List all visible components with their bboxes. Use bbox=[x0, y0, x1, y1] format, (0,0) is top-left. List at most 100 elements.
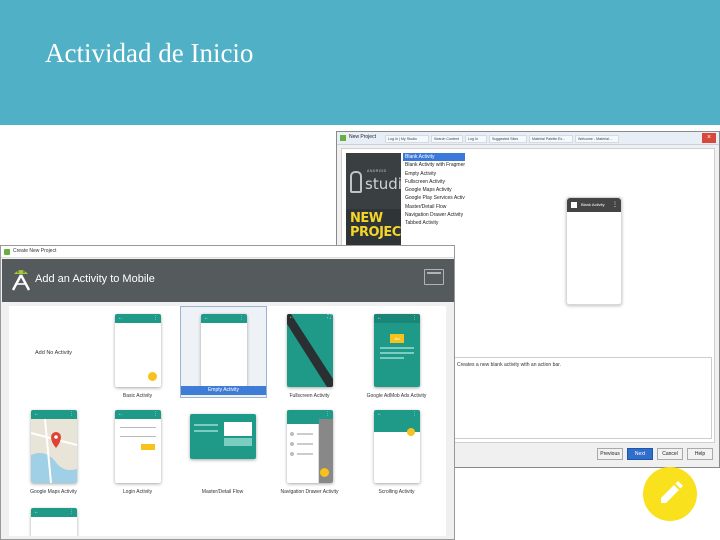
browser-tab[interactable]: Material Palette Ex... bbox=[529, 135, 573, 143]
back-arrow-icon: ← bbox=[204, 315, 209, 321]
overflow-menu-icon: ⋮ bbox=[412, 411, 417, 417]
browser-tab[interactable]: Search Content bbox=[431, 135, 463, 143]
activity-list-item[interactable]: Navigation Drawer Activity bbox=[403, 211, 465, 219]
window-title: Create New Project bbox=[13, 248, 57, 254]
floating-action-button-icon bbox=[148, 372, 157, 381]
template-preview bbox=[190, 414, 256, 459]
template-label: Google Maps Activity bbox=[30, 489, 77, 495]
template-preview: ⋮ bbox=[287, 410, 333, 483]
template-tile-maps-activity[interactable]: ← ⋮ Google Maps Activity bbox=[11, 404, 96, 499]
wizard-header-title: Add an Activity to Mobile bbox=[35, 273, 155, 285]
template-label: Navigation Drawer Activity bbox=[280, 489, 339, 495]
close-icon[interactable]: × bbox=[702, 133, 716, 143]
drawer-item-line bbox=[297, 453, 313, 455]
detail-pane bbox=[224, 422, 252, 436]
template-tile-admob-activity[interactable]: ← ⋮ Ad Google AdMob Ads Activity bbox=[354, 308, 439, 403]
overflow-menu-icon: ⋮ bbox=[153, 315, 158, 321]
template-preview: ← ⋮ bbox=[201, 314, 247, 387]
template-tile-empty-activity[interactable]: ← ⋮ Empty Activity bbox=[180, 306, 267, 398]
drawer-item-icon bbox=[290, 442, 294, 446]
text-line bbox=[380, 347, 414, 349]
template-preview: ← ⋮ bbox=[374, 410, 420, 483]
activity-description: Creates a new blank activity with an act… bbox=[457, 362, 561, 368]
overflow-menu-icon: ⋮ bbox=[69, 411, 74, 417]
template-tile-navigation-drawer[interactable]: ⋮ Navigation Drawer Activity bbox=[267, 404, 352, 499]
template-label: Fullscreen Activity bbox=[289, 393, 330, 399]
back-arrow-icon: ← bbox=[289, 314, 294, 320]
list-line bbox=[194, 424, 218, 426]
overflow-menu-icon: ⋮ bbox=[69, 509, 74, 515]
list-line bbox=[194, 430, 218, 432]
back-arrow-icon: ← bbox=[377, 315, 382, 321]
activity-list-item[interactable]: Blank Activity bbox=[403, 153, 465, 162]
overflow-menu-icon: ⋮ bbox=[412, 315, 417, 321]
window-app-icon bbox=[4, 249, 10, 255]
preview-action-bar: Blank Activity ⋮ bbox=[567, 198, 621, 212]
browser-tab[interactable]: Welcome - Material... bbox=[575, 135, 619, 143]
cancel-button[interactable]: Cancel bbox=[657, 448, 683, 460]
ad-badge: Ad bbox=[390, 334, 404, 343]
window-app-icon bbox=[340, 135, 346, 141]
activity-list: Blank Activity Blank Activity with Fragm… bbox=[403, 153, 465, 228]
back-arrow-icon: ← bbox=[118, 411, 123, 417]
email-field-preview bbox=[120, 427, 156, 428]
back-arrow-icon: ← bbox=[377, 411, 382, 417]
template-preview: ← ⛶ bbox=[287, 314, 333, 387]
password-field-preview bbox=[120, 436, 156, 437]
title-bar: Actividad de Inicio bbox=[0, 0, 720, 125]
template-preview: ← ⋮ bbox=[115, 314, 161, 387]
activity-list-item[interactable]: Blank Activity with Fragment bbox=[403, 161, 465, 169]
window-title: New Project bbox=[349, 134, 376, 140]
template-label: Login Activity bbox=[122, 489, 153, 495]
activity-list-item[interactable]: Google Play Services Activity bbox=[403, 194, 465, 202]
preview-app-bar: ← ⋮ bbox=[31, 508, 77, 517]
activity-list-item[interactable]: Tabbed Activity bbox=[403, 219, 465, 227]
template-preview-partial[interactable]: ← ⋮ bbox=[31, 508, 77, 536]
back-arrow-icon: ← bbox=[118, 315, 123, 321]
template-tile-scrolling-activity[interactable]: ← ⋮ Scrolling Activity bbox=[354, 404, 439, 499]
window-titlebar: New Project Log In | My Studio Search Co… bbox=[337, 132, 719, 145]
template-preview: ← ⋮ Ad bbox=[374, 314, 420, 387]
map-icon bbox=[31, 419, 77, 483]
template-preview: ← ⋮ bbox=[115, 410, 161, 483]
sign-in-button-preview bbox=[141, 444, 155, 450]
browser-tab[interactable]: Log In bbox=[465, 135, 487, 143]
description-box: Creates a new blank activity with an act… bbox=[450, 357, 712, 439]
browser-tab[interactable]: Suggested Sites bbox=[489, 135, 527, 143]
android-studio-logo-icon bbox=[11, 270, 31, 291]
detail-pane bbox=[224, 438, 252, 446]
app-icon bbox=[571, 202, 577, 208]
create-new-project-window: Create New Project Add an Activity to Mo… bbox=[0, 245, 455, 540]
activity-preview-phone: Blank Activity ⋮ bbox=[566, 197, 622, 305]
overflow-menu-icon: ⋮ bbox=[612, 202, 618, 208]
help-button[interactable]: Help bbox=[687, 448, 713, 460]
browser-tab[interactable]: Log In | My Studio bbox=[385, 135, 429, 143]
new-project-label-line1: NEW bbox=[350, 211, 383, 226]
back-arrow-icon: ← bbox=[34, 509, 39, 515]
template-tile-fullscreen-activity[interactable]: ← ⛶ Fullscreen Activity bbox=[267, 308, 352, 403]
activity-list-item[interactable]: Google Maps Activity bbox=[403, 186, 465, 194]
logo-studio-area: ANDROID studio bbox=[346, 153, 401, 209]
template-tile-master-detail[interactable]: Master/Detail Flow bbox=[180, 404, 265, 499]
edit-fab-button[interactable] bbox=[643, 467, 697, 521]
preview-label: Blank Activity bbox=[581, 202, 605, 207]
template-tile-login-activity[interactable]: ← ⋮ Login Activity bbox=[95, 404, 180, 499]
pencil-icon bbox=[661, 481, 683, 503]
activity-list-item[interactable]: Empty Activity bbox=[403, 170, 465, 178]
template-tile-basic-activity[interactable]: ← ⋮ Basic Activity bbox=[95, 308, 180, 403]
template-tile-no-activity[interactable]: Add No Activity bbox=[11, 308, 96, 403]
window-titlebar: Create New Project bbox=[1, 246, 454, 258]
text-line bbox=[380, 357, 404, 359]
activity-list-item[interactable]: Master/Detail Flow bbox=[403, 203, 465, 211]
drawer-item-icon bbox=[290, 432, 294, 436]
previous-button[interactable]: Previous bbox=[597, 448, 623, 460]
preview-app-bar: ← ⋮ bbox=[115, 410, 161, 419]
preview-app-bar: ← ⋮ bbox=[201, 314, 247, 323]
drawer-item-line bbox=[297, 433, 313, 435]
next-button[interactable]: Next bbox=[627, 448, 653, 460]
text-line bbox=[380, 352, 414, 354]
activity-list-item[interactable]: Fullscreen Activity bbox=[403, 178, 465, 186]
slide: Actividad de Inicio New Project Log In |… bbox=[0, 0, 720, 540]
drawer-item-line bbox=[297, 443, 313, 445]
android-icon bbox=[350, 171, 362, 193]
